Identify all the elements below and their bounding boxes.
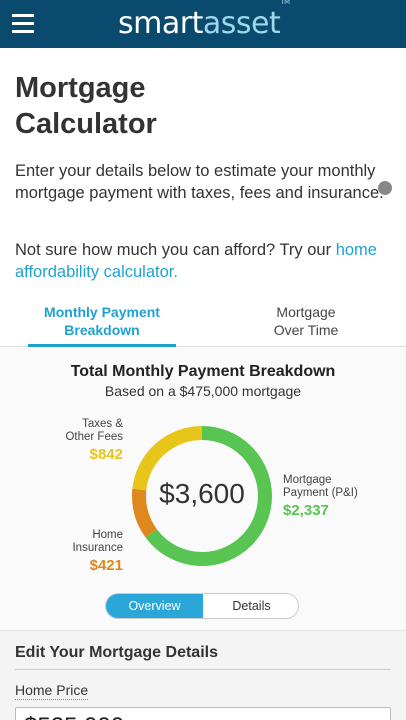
top-navigation-bar: smartassetTM (0, 0, 406, 48)
tab-label-line2: Over Time (273, 322, 339, 338)
payment-breakdown-card: Total Monthly Payment Breakdown Based on… (0, 348, 406, 630)
logo-smart: smart (118, 6, 203, 41)
menu-icon[interactable] (12, 14, 34, 34)
affordability-prompt: Not sure how much you can afford? Try ou… (15, 240, 395, 283)
mortgage-payment-label: Mortgage Payment (P&I) $2,337 (283, 474, 358, 519)
segment-label-line1: Home (92, 529, 123, 541)
tab-mortgage-over-time[interactable]: Mortgage Over Time (232, 300, 380, 347)
breakdown-subtitle: Based on a $475,000 mortgage (104, 383, 302, 399)
logo-trademark: TM (280, 0, 290, 6)
tab-monthly-payment-breakdown[interactable]: Monthly Payment Breakdown (28, 300, 176, 347)
intro-text: Enter your details below to estimate you… (15, 162, 384, 202)
breakdown-title: Total Monthly Payment Breakdown (70, 363, 336, 380)
home-price-label[interactable]: Home Price (15, 682, 89, 700)
mortgage-payment-amount: $2,337 (283, 502, 329, 519)
home-insurance-amount: $421 (89, 557, 123, 574)
total-monthly-payment: $3,600 (159, 478, 245, 509)
segment-label-line1: Taxes & (82, 418, 123, 430)
segment-label-line2: Other Fees (65, 431, 123, 443)
edit-details-heading: Edit Your Mortgage Details (15, 644, 218, 661)
segment-label-line2: Payment (P&I) (283, 487, 358, 499)
home-price-input[interactable] (15, 707, 391, 720)
page-title: Mortgage Calculator (15, 72, 157, 140)
details-button[interactable]: Details (203, 594, 298, 618)
calculator-tabs: Monthly Payment Breakdown Mortgage Over … (0, 300, 406, 347)
home-insurance-label: Home Insurance $421 (72, 529, 123, 574)
overview-details-toggle: Overview Details (105, 593, 299, 619)
divider (15, 669, 391, 670)
edit-mortgage-details-section: Edit Your Mortgage Details Home Price (0, 630, 406, 720)
taxes-fees-amount: $842 (89, 446, 123, 463)
tab-label-line1: Monthly Payment (44, 304, 160, 320)
segment-label-line1: Mortgage (283, 474, 332, 486)
overview-button[interactable]: Overview (106, 594, 203, 618)
scroll-indicator[interactable] (378, 181, 392, 195)
tab-label-line1: Mortgage (276, 304, 336, 320)
affordability-prompt-text: Not sure how much you can afford? Try ou… (15, 241, 336, 259)
smartasset-logo[interactable]: smartassetTM (118, 0, 290, 41)
logo-asset: asset (202, 6, 281, 41)
tab-label-line2: Breakdown (64, 322, 140, 338)
segment-label-line2: Insurance (72, 542, 123, 554)
taxes-fees-label: Taxes & Other Fees $842 (65, 418, 123, 463)
